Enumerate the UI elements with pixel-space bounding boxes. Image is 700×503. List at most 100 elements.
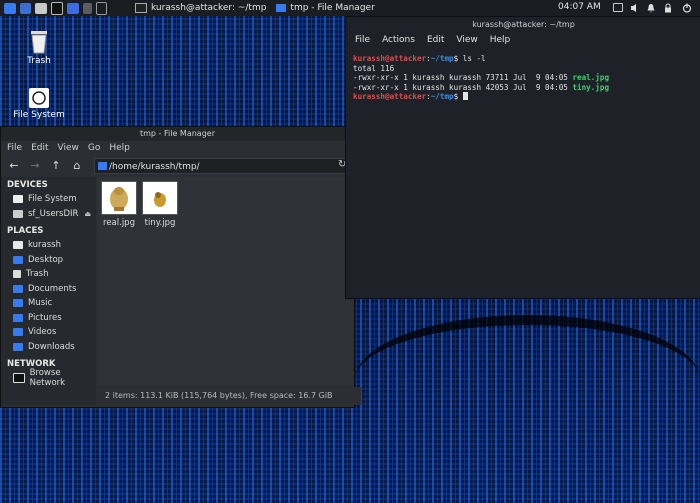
videos-folder-icon <box>13 328 23 337</box>
location-path: /home/kurassh/tmp/ <box>109 162 200 172</box>
sidebar-item-label: Desktop <box>28 254 64 265</box>
filemanager-task-label: tmp - File Manager <box>290 3 375 13</box>
fm-menu-file[interactable]: File <box>7 143 22 153</box>
sidebar-item-label: kurassh <box>28 240 61 251</box>
sidebar-item-label: Browse Network <box>29 368 66 389</box>
sidebar-item-label: File System <box>28 194 77 205</box>
listing-file: tiny.jpg <box>572 82 610 92</box>
sidebar-item-label: Downloads <box>28 341 75 352</box>
sidebar-item-label: Videos <box>28 327 57 338</box>
term-menu-view[interactable]: View <box>456 35 477 45</box>
file-manager-sidebar: DEVICES File System sf_UsersDIR ⏏ PLACES… <box>1 177 96 405</box>
terminal-output[interactable]: kurassh@attacker:~/tmp$ ls -l total 116 … <box>346 47 700 102</box>
browser-icon[interactable] <box>67 2 79 14</box>
fm-menu-edit[interactable]: Edit <box>31 143 48 153</box>
file-manager-icon[interactable] <box>35 2 47 14</box>
terminal-icon[interactable] <box>51 1 63 15</box>
listing-meta: -rwxr-xr-x 1 kurassh kurassh 42053 Jul 9… <box>353 82 573 92</box>
terminal-task-icon <box>135 3 147 13</box>
desktop-filesystem[interactable]: File System <box>9 88 69 120</box>
forward-arrow-icon[interactable]: → <box>28 159 42 173</box>
lock-icon[interactable] <box>663 3 672 13</box>
back-arrow-icon[interactable]: ← <box>7 159 21 173</box>
trash-icon <box>29 28 49 54</box>
home-icon[interactable]: ⌂ <box>70 159 84 173</box>
places-heading: PLACES <box>7 226 44 236</box>
bell-icon[interactable] <box>646 3 655 13</box>
file-item-tiny-jpg[interactable]: tiny.jpg <box>140 181 180 228</box>
file-name: tiny.jpg <box>144 218 176 228</box>
sidebar-item-label: Documents <box>28 283 77 294</box>
filemanager-task-button[interactable]: tmp - File Manager <box>272 0 380 16</box>
folder-location-icon <box>98 162 107 170</box>
sidebar-item-trash[interactable]: Trash <box>1 267 96 282</box>
image-thumbnail <box>142 181 178 215</box>
listing-file: real.jpg <box>572 73 610 83</box>
terminal-window: kurassh@attacker: ~/tmp File Actions Edi… <box>345 16 700 299</box>
status-bar: 2 items: 113.1 KiB (115,764 bytes), Free… <box>97 387 361 405</box>
command-text: ls -l <box>458 54 486 63</box>
file-name: real.jpg <box>103 218 135 228</box>
devices-heading: DEVICES <box>7 180 48 190</box>
sidebar-item-sf-usersdir[interactable]: sf_UsersDIR ⏏ <box>1 207 96 222</box>
sidebar-item-browse-network[interactable]: Browse Network <box>1 368 96 389</box>
sidebar-item-kurassh[interactable]: kurassh <box>1 238 96 253</box>
power-icon[interactable] <box>682 3 692 13</box>
sidebar-item-music[interactable]: Music <box>1 296 96 311</box>
workspace-2-icon[interactable] <box>96 1 107 15</box>
location-bar[interactable]: /home/kurassh/tmp/ <box>94 158 347 174</box>
sidebar-item-desktop[interactable]: Desktop <box>1 253 96 268</box>
documents-folder-icon <box>13 284 23 293</box>
file-view: real.jpg tiny.jpg <box>97 177 353 385</box>
wallpaper-dragon-shape <box>355 315 700 445</box>
app-menu-icon[interactable] <box>4 2 16 14</box>
prompt-user: kurassh@attacker <box>353 54 427 63</box>
desktop-trash-label: Trash <box>27 56 51 66</box>
drive-icon <box>13 209 23 218</box>
network-icon <box>13 373 25 384</box>
eject-icon[interactable]: ⏏ <box>84 210 91 218</box>
trash-icon <box>13 270 21 279</box>
terminal-task-label: kurassh@attacker: ~/tmp <box>151 3 267 13</box>
show-desktop-icon[interactable] <box>20 2 31 14</box>
fm-menu-view[interactable]: View <box>58 143 79 153</box>
mail-icon[interactable] <box>613 3 623 12</box>
file-item-real-jpg[interactable]: real.jpg <box>99 181 139 228</box>
terminal-task-button[interactable]: kurassh@attacker: ~/tmp <box>131 0 272 16</box>
fm-menu-go[interactable]: Go <box>88 143 100 153</box>
workspace-1-icon[interactable] <box>83 2 92 14</box>
drive-icon <box>13 195 23 204</box>
sidebar-item-label: Pictures <box>28 312 62 323</box>
term-menu-file[interactable]: File <box>355 35 370 45</box>
file-manager-menubar: File Edit View Go Help <box>1 141 354 155</box>
term-menu-help[interactable]: Help <box>490 35 511 45</box>
sidebar-item-filesystem[interactable]: File System <box>1 192 96 207</box>
prompt-end: $ <box>453 92 459 102</box>
sidebar-item-label: sf_UsersDIR <box>28 208 79 219</box>
up-arrow-icon[interactable]: ↑ <box>49 159 63 173</box>
output-total: total 116 <box>353 63 395 73</box>
downloads-folder-icon <box>13 342 23 351</box>
prompt-path: ~/tmp <box>430 54 454 63</box>
sidebar-item-videos[interactable]: Videos <box>1 325 96 340</box>
fm-menu-help[interactable]: Help <box>109 143 130 153</box>
volume-icon[interactable] <box>630 3 639 12</box>
clock[interactable]: 04:07 AM <box>558 2 601 12</box>
sidebar-item-label: Music <box>28 298 53 309</box>
terminal-menubar: File Actions Edit View Help <box>346 33 700 47</box>
desktop-trash[interactable]: Trash <box>9 28 69 66</box>
terminal-title[interactable]: kurassh@attacker: ~/tmp <box>346 17 700 33</box>
sidebar-item-downloads[interactable]: Downloads <box>1 340 96 355</box>
drive-icon <box>29 88 49 108</box>
sidebar-item-documents[interactable]: Documents <box>1 282 96 297</box>
desktop-folder-icon <box>13 255 23 264</box>
term-menu-actions[interactable]: Actions <box>382 35 415 45</box>
image-thumbnail <box>101 181 137 215</box>
file-manager-title[interactable]: tmp - File Manager <box>1 127 354 141</box>
sidebar-item-label: Trash <box>26 269 49 280</box>
folder-task-icon <box>276 4 287 12</box>
prompt-user: kurassh@attacker <box>353 92 427 102</box>
home-folder-icon <box>13 241 23 250</box>
sidebar-item-pictures[interactable]: Pictures <box>1 311 96 326</box>
term-menu-edit[interactable]: Edit <box>427 35 444 45</box>
